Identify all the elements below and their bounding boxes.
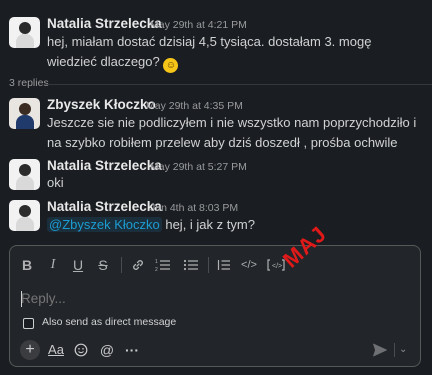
user-mention[interactable]: @Zbyszek Kłoczko	[47, 217, 162, 232]
italic-icon[interactable]: I	[46, 255, 60, 275]
timestamp[interactable]: May 29th at 4:21 PM	[150, 19, 247, 31]
toolbar-divider	[121, 257, 122, 273]
svg-text:1: 1	[155, 259, 158, 265]
message-text: @Zbyszek Kłoczko hej, i jak z tym?	[47, 215, 422, 235]
link-icon[interactable]	[130, 255, 146, 275]
message-text: oki	[47, 175, 64, 190]
smiling-face-icon: ☺	[163, 58, 179, 73]
formatting-toolbar: B I U S 12 </> </>	[10, 246, 420, 284]
divider-line	[45, 84, 432, 85]
formatting-toggle-button[interactable]: Aa	[47, 340, 65, 360]
bulleted-list-icon[interactable]	[182, 255, 200, 275]
author-name[interactable]: Natalia Strzelecka	[47, 16, 162, 31]
message-text: Jeszcze sie nie podliczyłem i nie wszyst…	[47, 115, 417, 150]
plus-icon[interactable]: +	[20, 340, 40, 360]
avatar[interactable]	[9, 200, 40, 231]
avatar[interactable]	[9, 98, 40, 129]
author-name[interactable]: Zbyszek Kłoczko	[47, 97, 156, 112]
timestamp[interactable]: Jun 4th at 8:03 PM	[150, 202, 238, 214]
emoji-icon[interactable]	[73, 340, 89, 360]
replies-divider: 3 replies	[0, 77, 432, 91]
message-text-content: hej, miałam dostać dzisiaj 4,5 tysiąca. …	[47, 34, 372, 69]
author-name[interactable]: Natalia Strzelecka	[47, 158, 162, 173]
send-divider	[394, 343, 395, 357]
reply-input[interactable]	[21, 288, 401, 310]
replies-count: 3 replies	[9, 77, 49, 89]
svg-text:</>: </>	[272, 263, 282, 270]
more-options-icon[interactable]: ···	[123, 340, 141, 360]
avatar[interactable]	[9, 17, 40, 48]
code-icon[interactable]: </>	[240, 255, 258, 275]
message-text: hej, miałam dostać dzisiaj 4,5 tysiąca. …	[47, 32, 422, 73]
reply-composer: B I U S 12 </> </> Also send as direct m…	[9, 245, 421, 367]
svg-text:2: 2	[155, 267, 158, 272]
direct-message-checkbox[interactable]	[23, 318, 34, 329]
blockquote-icon[interactable]	[216, 255, 232, 275]
bold-icon[interactable]: B	[20, 255, 34, 275]
mention-icon[interactable]: @	[99, 340, 115, 360]
avatar[interactable]	[9, 159, 40, 190]
timestamp[interactable]: May 29th at 4:35 PM	[146, 100, 243, 112]
text-cursor	[21, 291, 22, 307]
chevron-down-icon[interactable]: ⌄	[399, 340, 407, 360]
underline-icon[interactable]: U	[71, 255, 85, 275]
message-text-content: hej, i jak z tym?	[161, 217, 255, 232]
author-name[interactable]: Natalia Strzelecka	[47, 199, 162, 214]
composer-actions: + Aa @ ··· ⌄	[10, 337, 420, 365]
send-icon[interactable]	[372, 340, 390, 360]
strikethrough-icon[interactable]: S	[96, 255, 110, 275]
timestamp[interactable]: May 29th at 5:27 PM	[150, 161, 247, 173]
ordered-list-icon[interactable]: 12	[154, 255, 172, 275]
direct-message-label: Also send as direct message	[42, 316, 177, 328]
toolbar-divider	[208, 257, 209, 273]
